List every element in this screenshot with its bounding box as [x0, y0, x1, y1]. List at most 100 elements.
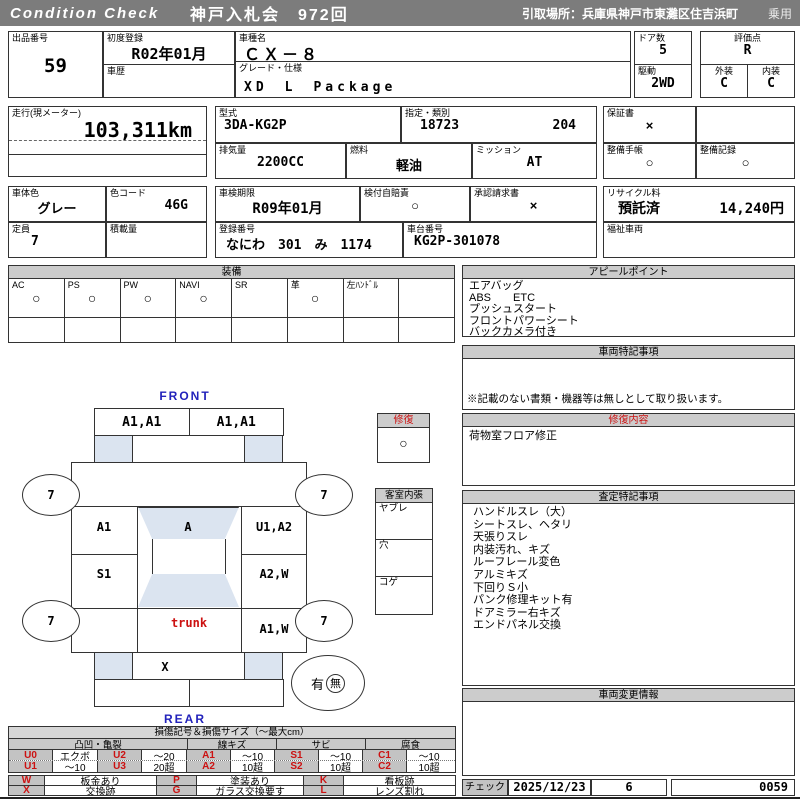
cabin-lining-title: 客室内張: [376, 489, 432, 503]
assessment-line: アルミキズ: [473, 568, 528, 581]
cabin-lining-row-tear: ヤブレ: [379, 503, 408, 514]
left-front-door-damage: A1: [96, 520, 112, 534]
displacement-value: 2200CC: [257, 155, 304, 170]
mileage-box: 走行(現メーター) 103,311km: [8, 106, 207, 177]
warranty-value: ×: [645, 118, 654, 133]
welfare-box: 福祉車両: [603, 222, 795, 258]
equipment-item-pw: PW ○: [121, 279, 177, 317]
legend-group-rust: サビ: [277, 739, 366, 749]
color-code-value: 46G: [164, 198, 188, 213]
fuel-value: 軽油: [395, 158, 422, 173]
change-info-panel: 車両変更情報: [462, 688, 795, 776]
equipment-item-leather: 革 ○: [288, 279, 344, 317]
diagram-front-label: FRONT: [159, 389, 211, 403]
welfare-label: 福祉車両: [607, 224, 644, 234]
doors-drive-box: ドア数 5 駆動 2WD: [634, 31, 692, 98]
legend-group-scratch: 線キズ: [188, 739, 277, 749]
model-box: 車種名 ＣＸ－８ グレード・仕様 XD L Package: [235, 31, 631, 98]
warranty-label: 保証書: [607, 108, 635, 118]
color-code-box: 色コード 46G: [106, 186, 207, 222]
appeal-line: バックカメラ付き: [469, 326, 557, 338]
front-left-fender-shade: [94, 436, 133, 462]
exterior-label: 外装: [714, 65, 733, 76]
equipment-title: 装備: [9, 266, 454, 279]
first-registration-box: 初度登録 R02年01月 車歴: [103, 31, 235, 98]
legend-group-corrosion: 腐食: [400, 740, 420, 749]
inspection-box: 車検期限 R09年01月: [215, 186, 360, 222]
body-color-box: 車体色 グレー: [8, 186, 106, 222]
front-right-fender-shade: [244, 436, 283, 462]
score-box: 評価点 R 外装 C 内装 C: [700, 31, 795, 98]
maintenance-record-label: 整備記録: [700, 145, 737, 155]
left-rear-door-damage: S1: [96, 567, 112, 581]
type-number-value: 18723: [420, 118, 460, 133]
windshield-damage: A: [184, 520, 192, 534]
front-bumper-right-damage: A1,A1: [216, 414, 256, 430]
body-color-label: 車体色: [12, 188, 40, 198]
recycle-status-value: 預託済: [618, 200, 660, 216]
maintenance-book-value: ○: [645, 155, 654, 170]
chassis-number-value: KG2P-301078: [414, 234, 501, 249]
maintenance-record-box: 整備記録 ○: [696, 143, 795, 179]
capacity-value: 7: [31, 234, 39, 249]
model-code-label: 型式: [219, 108, 238, 118]
insurance-box: 検付自賠責 ○: [360, 186, 470, 222]
appeal-panel: アピールポイント エアバッグ ABS ETC プッシュスタート フロントパワーシ…: [462, 265, 795, 338]
check-code-cell: 6: [591, 779, 667, 796]
lot-number-value: 59: [44, 55, 67, 77]
recycle-fee-box: リサイクル料 預託済 14,240円: [603, 186, 795, 222]
cabin-lining-row-burn: コゲ: [379, 577, 399, 588]
equipment-item-navi: NAVI ○: [176, 279, 232, 317]
lot-number-box: 出品番号 59: [8, 31, 103, 98]
cabin-lining-box: 客室内張 ヤブレ 穴 コゲ: [375, 488, 433, 615]
maintenance-record-value: ○: [741, 155, 750, 170]
assessment-line: エンドパネル交換: [473, 619, 561, 632]
page-bottom-rule: [0, 797, 800, 799]
grade-value: XD L Package: [244, 80, 397, 95]
fuel-label: 燃料: [350, 145, 369, 155]
mileage-value: 103,311km: [83, 118, 192, 142]
check-number-cell: 0059: [671, 779, 795, 796]
check-date: 2025/12/23: [513, 780, 586, 794]
assessment-line: パンク修理キット有: [473, 594, 573, 607]
front-bumper: A1,A1 A1,A1: [94, 408, 284, 436]
maintenance-book-box: 整備手帳 ○: [603, 143, 696, 179]
right-front-door-damage: U1,A2: [255, 520, 293, 534]
legend-row-1: U0 エクボ U2 ～20 A1 ～10 S1 ～10 C1 ～10: [9, 750, 455, 761]
load-box: 積載量: [106, 222, 207, 258]
rear-right-pillar-shade: [244, 653, 283, 679]
spare-no-label-circled: 無: [326, 673, 345, 693]
chassis-number-box: 車台番号 KG2P-301078: [403, 222, 597, 258]
right-rear-door-damage: A2,W: [259, 567, 289, 581]
special-notes-title: 車両特記事項: [463, 346, 794, 359]
damage-legend-table-2: W 板金あり P 塗装あり K 看板跡 X 交換跡 G ガラス交換要す L レン…: [8, 775, 456, 796]
displacement-box: 排気量 2200CC: [215, 143, 346, 179]
warranty-box: 保証書 ×: [603, 106, 696, 143]
approval-label: 承認請求書: [474, 188, 520, 198]
equipment-item-sr: SR: [232, 279, 288, 317]
approval-value: ×: [529, 198, 538, 213]
first-registration-value: R02年01月: [131, 45, 207, 63]
capacity-box: 定員 7: [8, 222, 106, 258]
rear-panel-damage: X: [161, 660, 169, 674]
front-bumper-left-damage: A1,A1: [95, 409, 190, 435]
repair-mark-title: 修復: [378, 414, 429, 428]
repair-info-title: 修復内容: [463, 414, 794, 427]
recycle-fee-value: 14,240円: [719, 201, 784, 217]
rear-left-pillar-shade: [94, 653, 133, 679]
spare-yes-label: 有: [310, 676, 324, 692]
wheel-front-left: 7: [22, 474, 80, 516]
assessment-line: 下回りＳ小: [473, 581, 528, 594]
class-number-value: 204: [552, 118, 576, 133]
chassis-number-label: 車台番号: [407, 224, 444, 234]
check-number: 0059: [759, 780, 788, 794]
legend2-row-2: X 交換跡 G ガラス交換要す L レンズ割れ: [9, 786, 455, 795]
assessment-line: ドアミラー右キズ: [473, 606, 561, 619]
check-code: 6: [625, 780, 633, 794]
special-notes-panel: 車両特記事項 ※記載のない書類・機器等は無しとして取り扱います。: [462, 345, 795, 410]
lot-number-label: 出品番号: [12, 33, 49, 43]
trunk-label: trunk: [170, 616, 208, 630]
fuel-box: 燃料 軽油: [346, 143, 472, 179]
equipment-table: 装備 AC ○ PS ○ PW ○ NAVI ○ SR 革 ○ 左ﾊﾝﾄﾞﾙ: [8, 265, 455, 343]
spare-tire-indicator: 有 無: [291, 655, 365, 711]
